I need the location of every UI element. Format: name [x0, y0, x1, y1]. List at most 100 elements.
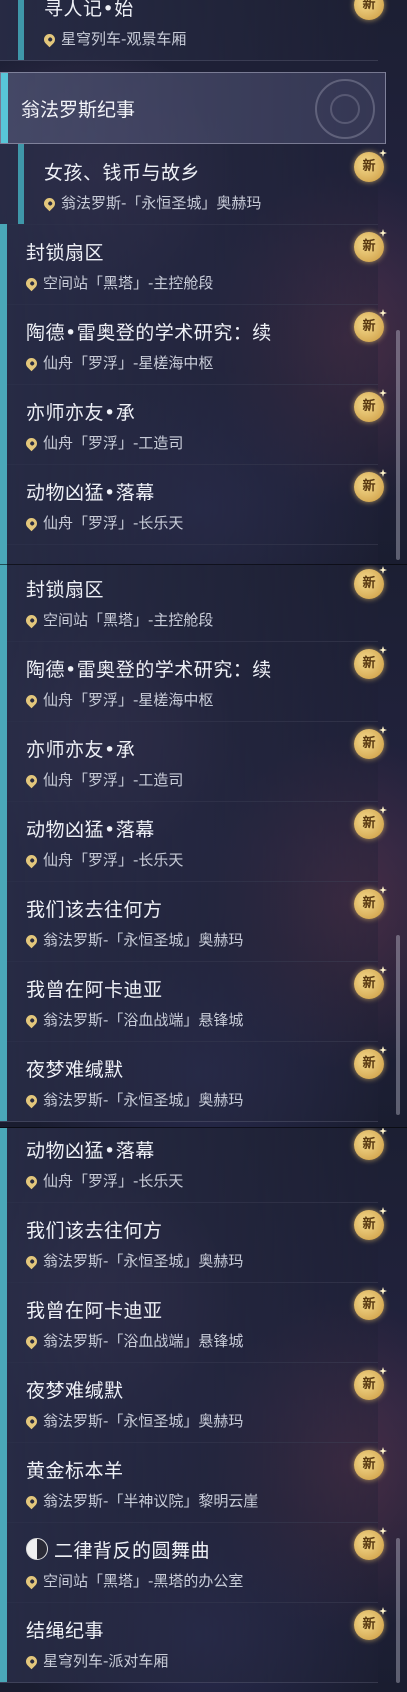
new-badge-icon: 新: [354, 1450, 384, 1480]
mission-accent-bar: [0, 464, 7, 544]
map-pin-icon: [23, 1413, 40, 1430]
mission-location: 仙舟「罗浮」-星槎海中枢: [23, 689, 213, 710]
mission-location: 仙舟「罗浮」-长乐天: [23, 1170, 183, 1191]
scrollbar[interactable]: [396, 1538, 400, 1683]
mission-title: 夜梦难缄默: [26, 1380, 124, 1402]
new-badge-icon: 新: [354, 1530, 384, 1560]
mission-title: 我曾在阿卡迪亚: [26, 979, 163, 1001]
mission-location: 翁法罗斯-「半神议院」黎明云崖: [23, 1490, 258, 1511]
mission-item[interactable]: 封锁扇区 空间站「黑塔」-主控舱段 新: [0, 565, 384, 642]
map-pin-icon: [23, 1493, 40, 1510]
mission-item[interactable]: 结绳纪事 星穹列车-派对车厢 新: [0, 1602, 384, 1683]
mission-accent-bar: [0, 961, 7, 1041]
new-badge-icon: 新: [354, 1130, 384, 1160]
mission-item[interactable]: 动物凶猛•落幕 仙舟「罗浮」-长乐天 新: [0, 801, 384, 882]
new-badge-icon: 新: [354, 0, 384, 20]
mission-accent-bar: [18, 144, 24, 224]
mission-accent-bar: [0, 565, 7, 641]
mission-accent-bar: [0, 1602, 7, 1682]
mission-list-panel-1: 寻人记•始 星穹列车-观景车厢 新 翁法罗斯纪事 女孩、钱币与故乡 翁法罗斯-「…: [0, 0, 407, 565]
map-pin-icon: [23, 435, 40, 452]
mission-title: 动物凶猛•落幕: [26, 1140, 155, 1162]
map-pin-icon: [23, 1173, 40, 1190]
map-pin-icon: [23, 1653, 40, 1670]
map-pin-icon: [23, 1092, 40, 1109]
map-pin-icon: [23, 1012, 40, 1029]
mission-item[interactable]: 夜梦难缄默 翁法罗斯-「永恒圣城」奥赫玛 新: [0, 1362, 384, 1443]
map-pin-icon: [23, 612, 40, 629]
mission-location: 翁法罗斯-「永恒圣城」奥赫玛: [23, 1410, 243, 1431]
mission-accent-bar: [0, 1522, 7, 1602]
map-pin-icon: [23, 772, 40, 789]
mission-title: 我们该去往何方: [26, 899, 163, 921]
map-pin-icon: [41, 195, 58, 212]
mission-accent-bar: [0, 384, 7, 464]
mission-accent-bar: [0, 641, 7, 721]
mission-title: 结绳纪事: [26, 1620, 105, 1642]
new-badge-icon: 新: [354, 1290, 384, 1320]
category-accent-bar: [1, 73, 8, 143]
mission-accent-bar: [0, 224, 7, 304]
map-pin-icon: [23, 1573, 40, 1590]
mission-title: 封锁扇区: [26, 579, 105, 601]
mission-location: 仙舟「罗浮」-工造司: [23, 432, 183, 453]
mission-list-panel-2: 封锁扇区 空间站「黑塔」-主控舱段 新 陶德•雷奥登的学术研究：续 仙舟「罗浮」…: [0, 565, 407, 1128]
mission-item[interactable]: 亦师亦友•承 仙舟「罗浮」-工造司 新: [0, 384, 384, 465]
mission-title: 陶德•雷奥登的学术研究：续: [26, 322, 272, 344]
mission-title: 夜梦难缄默: [26, 1059, 124, 1081]
mission-title: 动物凶猛•落幕: [26, 482, 155, 504]
mission-location: 翁法罗斯-「永恒圣城」奥赫玛: [23, 1089, 243, 1110]
category-emblem-icon: [315, 79, 375, 139]
scrollbar[interactable]: [396, 935, 400, 1115]
mission-item[interactable]: 我们该去往何方 翁法罗斯-「永恒圣城」奥赫玛 新: [0, 881, 384, 962]
mission-accent-bar: [0, 544, 7, 565]
mission-accent-bar: [0, 1442, 7, 1522]
mission-item[interactable]: 女孩、钱币与故乡 翁法罗斯-「永恒圣城」奥赫玛 新: [0, 144, 384, 225]
mission-accent-bar: [0, 1041, 7, 1121]
new-badge-icon: 新: [354, 889, 384, 919]
new-badge-icon: 新: [354, 1370, 384, 1400]
mission-item[interactable]: 封锁扇区 空间站「黑塔」-主控舱段 新: [0, 224, 384, 305]
new-badge-icon: 新: [354, 729, 384, 759]
mission-item[interactable]: 陶德•雷奥登的学术研究：续 仙舟「罗浮」-星槎海中枢 新: [0, 641, 384, 722]
mission-item[interactable]: 动物凶猛•落幕 仙舟「罗浮」-长乐天 新: [0, 1128, 384, 1203]
category-header[interactable]: 翁法罗斯纪事: [0, 72, 386, 144]
new-badge-icon: 新: [354, 152, 384, 182]
new-badge-icon: 新: [354, 1210, 384, 1240]
scrollbar[interactable]: [396, 330, 400, 560]
mission-item[interactable]: 寻人记•始 星穹列车-观景车厢 新: [0, 0, 384, 61]
new-badge-icon: 新: [354, 472, 384, 502]
mission-accent-bar: [0, 721, 7, 801]
new-badge-icon: 新: [354, 969, 384, 999]
new-badge-icon: 新: [354, 1049, 384, 1079]
mission-title: 封锁扇区: [26, 242, 105, 264]
mission-item[interactable]: 动物凶猛•落幕 仙舟「罗浮」-长乐天 新: [0, 464, 384, 545]
map-pin-icon: [23, 932, 40, 949]
map-pin-icon: [23, 1333, 40, 1350]
mission-accent-bar: [0, 1362, 7, 1442]
mission-item[interactable]: 陶德•雷奥登的学术研究：续 仙舟「罗浮」-星槎海中枢 新: [0, 304, 384, 385]
mission-location: 翁法罗斯-「永恒圣城」奥赫玛: [41, 192, 261, 213]
mission-location: 星穹列车-观景车厢: [41, 28, 186, 49]
mission-item[interactable]: 黄金标本羊 翁法罗斯-「半神议院」黎明云崖 新: [0, 1442, 384, 1523]
mission-accent-bar: [0, 881, 7, 961]
mission-item[interactable]: 我们该去往何方 翁法罗斯-「永恒圣城」奥赫玛 新: [0, 1202, 384, 1283]
mission-location: 翁法罗斯-「永恒圣城」奥赫玛: [23, 1250, 243, 1271]
category-title: 翁法罗斯纪事: [21, 99, 136, 121]
mission-title: 陶德•雷奥登的学术研究：续: [26, 659, 272, 681]
mission-item[interactable]: 我曾在阿卡迪亚 翁法罗斯-「浴血战端」悬锋城 新: [0, 961, 384, 1042]
mission-title: 二律背反的圆舞曲: [26, 1536, 210, 1563]
mission-accent-bar: [0, 1282, 7, 1362]
new-badge-icon: 新: [354, 232, 384, 262]
new-badge-icon: 新: [354, 569, 384, 599]
mission-list-panel-3: 动物凶猛•落幕 仙舟「罗浮」-长乐天 新 我们该去往何方 翁法罗斯-「永恒圣城」…: [0, 1128, 407, 1692]
new-badge-icon: 新: [354, 392, 384, 422]
mission-item[interactable]: 亦师亦友•承 仙舟「罗浮」-工造司 新: [0, 721, 384, 802]
mission-item[interactable]: 二律背反的圆舞曲 空间站「黑塔」-黑塔的办公室 新: [0, 1522, 384, 1603]
mission-item[interactable]: 我曾在阿卡迪亚 翁法罗斯-「浴血战端」悬锋城 新: [0, 1282, 384, 1363]
mission-item[interactable]: 夜梦难缄默 翁法罗斯-「永恒圣城」奥赫玛 新: [0, 1041, 384, 1122]
mission-location: 翁法罗斯-「永恒圣城」奥赫玛: [23, 929, 243, 950]
new-badge-icon: 新: [354, 312, 384, 342]
mission-location: 仙舟「罗浮」-星槎海中枢: [23, 352, 213, 373]
mission-item[interactable]: [0, 544, 378, 565]
